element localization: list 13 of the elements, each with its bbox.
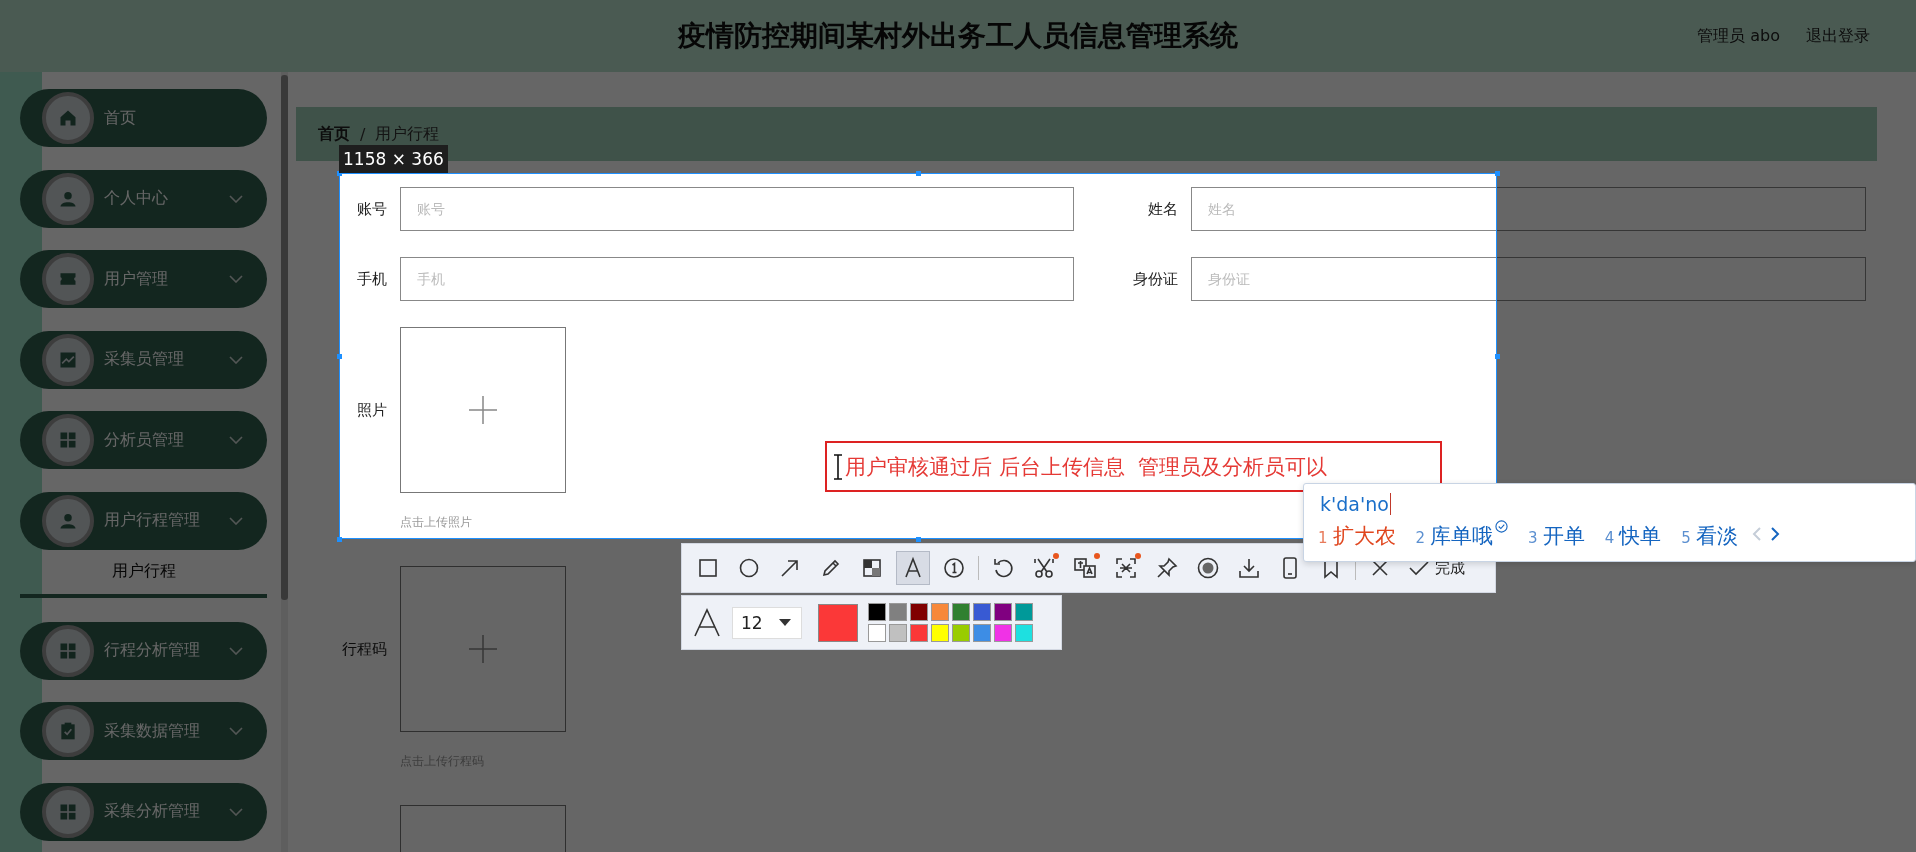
field-label: 账号 <box>357 199 387 219</box>
page-title: 疫情防控期间某村外出务工人员信息管理系统 <box>678 18 1238 54</box>
field-label: 手机 <box>357 269 387 289</box>
size-label: 1158 × 366 <box>339 145 448 173</box>
breadcrumb-current: 用户行程 <box>375 123 440 145</box>
upload-hint: 点击上传照片 <box>400 514 473 530</box>
field-label: 身份证 <box>1133 269 1178 289</box>
breadcrumb-separator: / <box>360 124 366 144</box>
composition-text: k'da'no <box>1320 493 1389 515</box>
field-label: 姓名 <box>1148 199 1178 219</box>
user-name: 管理员 abo <box>1697 25 1780 47</box>
field-label: 行程码 <box>342 640 387 658</box>
field-label: 照片 <box>357 401 387 419</box>
